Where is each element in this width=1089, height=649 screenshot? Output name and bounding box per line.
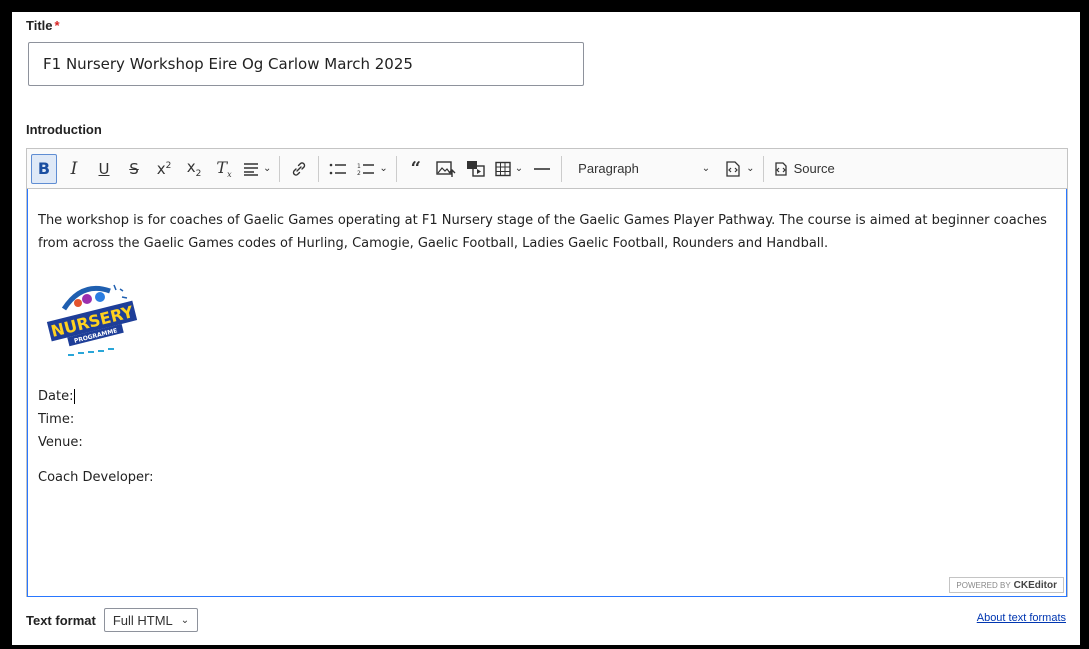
nursery-programme-logo[interactable]: NURSERY PROGRAMME: [42, 275, 142, 365]
horizontal-line-icon: [534, 167, 551, 170]
bulleted-list-button[interactable]: [325, 154, 351, 184]
link-icon: [293, 161, 306, 176]
venue-label: Venue:: [38, 435, 83, 450]
heading-select-value: Paragraph: [578, 161, 639, 176]
code-block-dropdown[interactable]: ⌄: [722, 154, 756, 184]
toolbar-separator: [318, 155, 320, 182]
source-button[interactable]: Source: [770, 154, 837, 184]
title-label: Title *: [26, 18, 60, 33]
node-edit-form: Title* Introduction B I U S x2 x2 T: [12, 12, 1080, 645]
event-details: Date: Time: Venue: Coach Developer:: [38, 385, 1056, 489]
numbered-list-dropdown[interactable]: 12 ⌄: [355, 154, 389, 184]
media-button[interactable]: [463, 154, 489, 184]
text-format-row: Text format Full HTML ⌄: [26, 608, 199, 632]
horizontal-line-button[interactable]: [529, 154, 555, 184]
toolbar-separator: [561, 155, 563, 182]
italic-icon: I: [70, 158, 78, 179]
source-label: Source: [793, 161, 835, 176]
table-dropdown[interactable]: ⌄: [493, 154, 525, 184]
intro-paragraph: The workshop is for coaches of Gaelic Ga…: [38, 213, 1047, 251]
text-caret: [74, 389, 76, 404]
chevron-down-icon: ⌄: [263, 163, 272, 174]
bold-icon: B: [37, 159, 51, 178]
rich-text-editor: B I U S x2 x2 Tx ⌄ 1 2 ⌄ “ ⌄ Paragraph ⌄…: [26, 148, 1068, 597]
insert-image-button[interactable]: [433, 154, 459, 184]
toolbar-separator: [279, 155, 281, 182]
numbered-list-icon: 12: [357, 163, 375, 176]
text-format-label: Text format: [26, 612, 96, 628]
superscript-icon: x2: [156, 159, 172, 178]
remove-format-button[interactable]: Tx: [211, 154, 237, 184]
time-label: Time:: [38, 412, 75, 427]
heading-select[interactable]: Paragraph ⌄: [568, 154, 718, 184]
bold-button[interactable]: B: [31, 153, 57, 184]
blockquote-icon: “: [410, 158, 421, 179]
svg-text:1: 1: [357, 163, 361, 170]
underline-icon: U: [98, 159, 110, 178]
chevron-down-icon: ⌄: [514, 163, 524, 174]
svg-text:2: 2: [357, 170, 361, 176]
toolbar-separator: [762, 155, 764, 182]
toolbar-separator: [395, 155, 397, 182]
source-icon: [774, 161, 787, 176]
editor-content[interactable]: The workshop is for coaches of Gaelic Ga…: [27, 189, 1067, 597]
ckeditor-brand: CKEditor: [1013, 579, 1057, 591]
chevron-down-icon: ⌄: [379, 163, 388, 174]
strikethrough-button[interactable]: S: [121, 154, 147, 184]
blockquote-button[interactable]: “: [403, 154, 429, 184]
editor-toolbar: B I U S x2 x2 Tx ⌄ 1 2 ⌄ “ ⌄ Paragraph ⌄…: [27, 149, 1067, 189]
insert-image-icon: [436, 160, 456, 177]
chevron-down-icon: ⌄: [746, 163, 755, 174]
italic-button[interactable]: I: [61, 154, 87, 184]
chevron-down-icon: ⌄: [701, 163, 711, 174]
remove-format-icon: Tx: [216, 157, 232, 180]
table-icon: [495, 161, 511, 176]
strikethrough-icon: S: [129, 159, 139, 178]
align-dropdown[interactable]: ⌄: [241, 154, 273, 184]
superscript-button[interactable]: x2: [151, 154, 177, 184]
text-format-value: Full HTML: [112, 612, 173, 628]
code-block-icon: [726, 160, 740, 177]
about-text-formats-link[interactable]: About text formats: [977, 612, 1066, 624]
media-icon: [466, 160, 485, 177]
title-input[interactable]: [28, 42, 584, 86]
text-format-select[interactable]: Full HTML ⌄: [103, 608, 199, 632]
date-line: Date:: [38, 385, 1056, 408]
coach-developer-label: Coach Developer:: [38, 470, 154, 485]
chevron-down-icon: ⌄: [180, 614, 190, 626]
subscript-button[interactable]: x2: [181, 154, 207, 184]
powered-by-ckeditor[interactable]: POWERED BY CKEditor: [949, 577, 1064, 593]
date-label: Date:: [38, 389, 74, 404]
bulleted-list-icon: [330, 163, 347, 174]
align-icon: [244, 162, 258, 176]
link-button[interactable]: [286, 154, 312, 184]
introduction-label: Introduction: [26, 122, 102, 137]
required-marker: *: [54, 18, 60, 33]
underline-button[interactable]: U: [91, 154, 117, 184]
subscript-icon: x2: [186, 158, 202, 179]
